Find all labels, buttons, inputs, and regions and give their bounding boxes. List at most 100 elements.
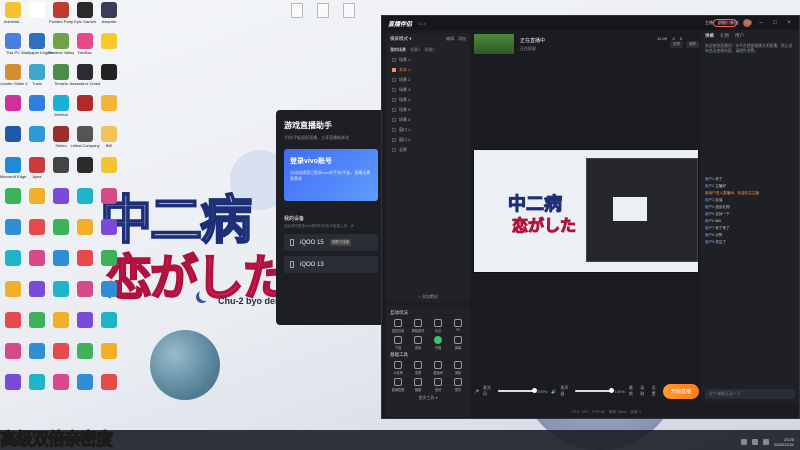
tool-button[interactable]: PK — [449, 319, 467, 333]
desktop-icon[interactable]: WeMod — [50, 95, 72, 117]
desktop-icon[interactable] — [2, 188, 24, 204]
desktop-icon[interactable] — [98, 312, 120, 328]
tool-button[interactable]: 弹幕 — [449, 336, 467, 350]
video-preview[interactable]: 中二病 恋がした — [473, 149, 699, 273]
checkbox-icon[interactable] — [392, 138, 396, 142]
desktop-icon[interactable] — [2, 374, 24, 390]
tab-my-scenes[interactable]: 我的场景 — [390, 47, 406, 53]
tool-button[interactable]: 截图 — [409, 378, 427, 392]
desktop-icon[interactable]: Apex — [26, 157, 48, 179]
checkbox-icon[interactable] — [392, 78, 396, 82]
stream-thumbnail[interactable] — [474, 34, 514, 54]
tool-button[interactable]: 音量 — [409, 336, 427, 350]
desktop-icon[interactable] — [50, 343, 72, 359]
speaker-volume-slider[interactable] — [575, 388, 615, 393]
desktop-icon[interactable] — [2, 312, 24, 328]
desktop-icon[interactable]: Administ... — [2, 2, 24, 24]
desktop-icon[interactable]: Tunic — [26, 64, 48, 86]
checkbox-icon[interactable] — [392, 148, 396, 152]
tool-button[interactable]: 下载 — [389, 336, 407, 350]
desktop-icon[interactable] — [74, 374, 96, 390]
desktop-icon[interactable]: Stardew Valley — [48, 33, 74, 55]
tool-button[interactable]: 更多 — [449, 378, 467, 392]
network-icon[interactable] — [740, 439, 747, 445]
tool-button[interactable]: 语音连麦 — [389, 319, 407, 333]
scene-mode-dropdown[interactable]: 横屏模式 ▾ — [390, 36, 412, 42]
tool-button[interactable]: 公告牌 — [389, 361, 407, 375]
tool-button[interactable]: 开播 — [429, 336, 447, 350]
desktop-icon[interactable] — [2, 126, 24, 143]
desktop-icon[interactable] — [98, 33, 120, 50]
desktop-icon[interactable] — [50, 281, 72, 297]
device-item[interactable]: iQOO 15 投屏已连接 — [284, 234, 378, 251]
desktop-icon[interactable] — [98, 219, 120, 235]
desktop-icon[interactable]: DevBox — [74, 33, 96, 55]
scene-row[interactable]: 场景 1 — [386, 55, 470, 65]
desktop-icon[interactable] — [98, 343, 120, 359]
desktop-icon[interactable]: BW — [98, 126, 120, 148]
tool-button[interactable]: 屏幕推流 — [409, 319, 427, 333]
scene-row[interactable]: 场景 6 — [386, 115, 470, 125]
scene-row[interactable]: 场景 4 — [386, 95, 470, 105]
chat-username[interactable]: 用户7 — [705, 226, 714, 230]
desktop-icon[interactable] — [50, 157, 72, 174]
tool-button[interactable]: 录屏 — [409, 361, 427, 375]
desktop-icon[interactable] — [50, 188, 72, 204]
add-source-button[interactable]: + 添加素材 — [390, 294, 466, 300]
chat-username[interactable]: 用户8 — [705, 233, 714, 237]
nav-streamer[interactable]: 主播 — [705, 20, 713, 26]
desktop-icon[interactable] — [2, 343, 24, 359]
settings-button[interactable]: 设置 — [652, 385, 659, 397]
desktop-icon[interactable]: Assassin's Creed — [70, 64, 100, 86]
desktop-icon[interactable] — [2, 219, 24, 235]
start-live-button[interactable]: 开始直播 — [662, 383, 699, 399]
desktop-icon[interactable] — [2, 281, 24, 297]
nav-fans[interactable]: 粉丝 — [731, 20, 739, 26]
desktop-icon[interactable] — [98, 281, 120, 297]
desktop-icon[interactable] — [50, 374, 72, 390]
desktop-icon[interactable] — [26, 188, 48, 204]
chat-username[interactable]: 用户1 — [705, 177, 714, 181]
tool-button[interactable]: 音效 — [429, 378, 447, 392]
desktop-icon[interactable] — [74, 343, 96, 359]
desktop-icon[interactable]: Aseprite — [98, 2, 120, 24]
device-item[interactable]: iQOO 13 — [284, 256, 378, 273]
checkbox-icon[interactable] — [392, 128, 396, 132]
desktop-icon[interactable]: Painted Party — [49, 2, 73, 24]
desktop-icon[interactable] — [26, 343, 48, 359]
desktop-icon[interactable] — [26, 95, 48, 112]
desktop-icon[interactable] — [98, 95, 120, 112]
desktop-icon[interactable] — [2, 250, 24, 266]
file-icon[interactable] — [312, 3, 334, 18]
desktop-icon[interactable]: Wallpaper Engine — [21, 33, 53, 55]
chat-username[interactable]: 用户5 — [705, 212, 714, 216]
tab-danmaku[interactable]: 弹幕 — [705, 33, 714, 39]
desktop-icon[interactable]: Lethal Company — [70, 126, 100, 148]
scene-add-button[interactable]: 添加 — [458, 36, 466, 42]
desktop-icon[interactable] — [26, 281, 48, 297]
desktop-icon[interactable] — [98, 374, 120, 390]
scene-row[interactable]: 文本 1 — [386, 65, 470, 75]
desktop-icon[interactable] — [98, 188, 120, 204]
battery-icon[interactable] — [762, 439, 769, 445]
tool-button[interactable]: 直播间 — [429, 361, 447, 375]
chat-username[interactable]: 用户2 — [705, 184, 714, 188]
desktop-icon[interactable] — [98, 64, 120, 81]
checkbox-icon[interactable] — [392, 68, 396, 72]
chip-orientation[interactable]: 横屏 — [686, 40, 699, 48]
clock[interactable]: 23:25 2025/12/31 — [774, 437, 794, 447]
desktop-icon[interactable] — [26, 126, 48, 143]
scene-edit-button[interactable]: 编辑 — [446, 36, 454, 42]
scene-row[interactable]: 窗口 1 — [386, 125, 470, 135]
tool-button[interactable]: 美颜 — [449, 361, 467, 375]
scene-row[interactable]: 场景 5 — [386, 105, 470, 115]
nav-live[interactable]: 直播 — [744, 20, 752, 26]
desktop-icon[interactable] — [74, 157, 96, 174]
desktop-icon[interactable] — [74, 219, 96, 235]
vivo-login-card[interactable]: 登录vivo账号 自动连接您已登录vivo的手机/平板，直播无需要登录 — [284, 149, 378, 201]
chat-username[interactable]: 用户9 — [705, 240, 714, 244]
file-icon[interactable] — [286, 3, 308, 18]
tab-scene-1[interactable]: 场景1 — [410, 47, 420, 53]
tab-users[interactable]: 用户 — [735, 33, 744, 39]
desktop-icon[interactable] — [26, 250, 48, 266]
